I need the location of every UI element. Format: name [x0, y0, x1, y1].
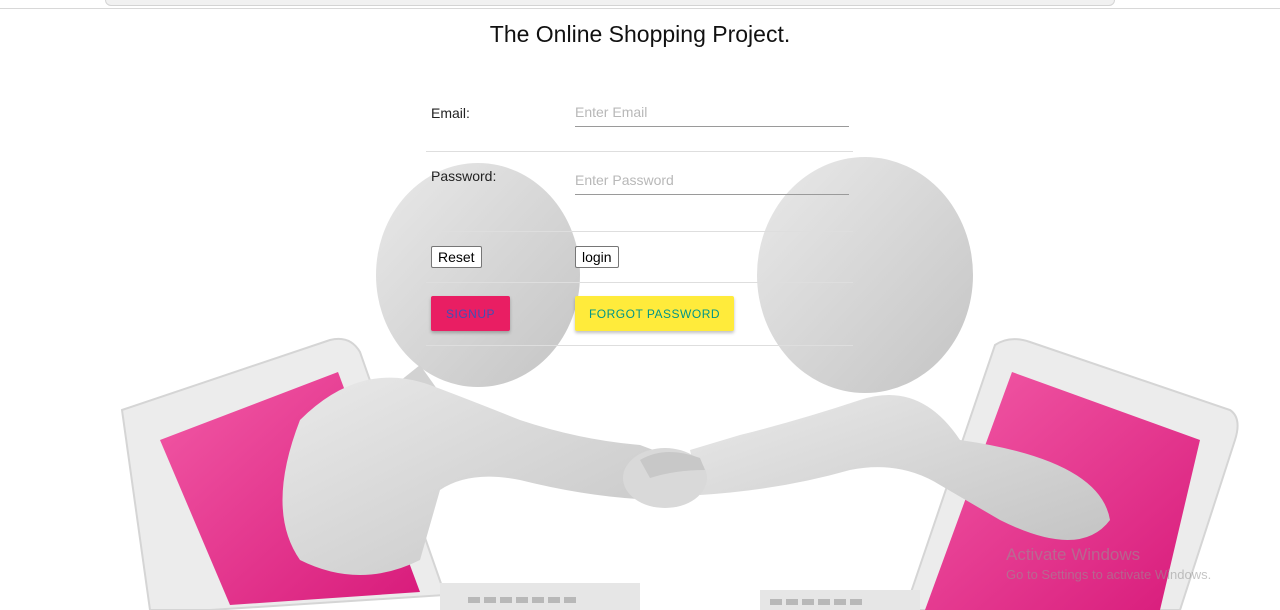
- watermark-subtitle: Go to Settings to activate Windows.: [1006, 567, 1212, 582]
- handshake: [623, 448, 707, 508]
- watermark-title: Activate Windows: [1006, 545, 1141, 564]
- action-buttons-row: Reset login: [426, 232, 853, 283]
- reset-button[interactable]: Reset: [431, 246, 482, 268]
- email-label: Email:: [431, 105, 470, 121]
- email-input[interactable]: [575, 98, 849, 127]
- link-buttons-row: SIGNUP FORGOT PASSWORD: [426, 283, 853, 346]
- password-row: Password:: [426, 152, 853, 232]
- page-title: The Online Shopping Project.: [489, 21, 791, 47]
- activate-windows-watermark: Activate Windows Go to Settings to activ…: [1006, 545, 1211, 582]
- login-button[interactable]: login: [575, 246, 619, 268]
- password-label: Password:: [431, 168, 497, 184]
- forgot-password-button[interactable]: FORGOT PASSWORD: [575, 296, 734, 331]
- email-row: Email:: [426, 84, 853, 152]
- signup-button[interactable]: SIGNUP: [431, 296, 510, 331]
- password-input[interactable]: [575, 166, 849, 195]
- login-form: Email: Password: Reset login SIGNUP FORG…: [426, 84, 853, 346]
